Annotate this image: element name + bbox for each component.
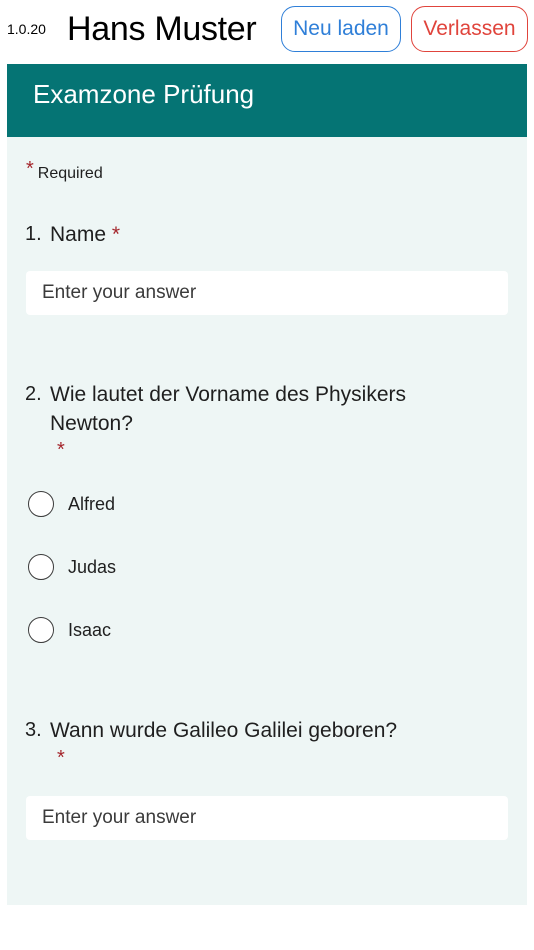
question-3-text: Wann wurde Galileo Galilei geboren? xyxy=(50,719,398,742)
user-name: Hans Muster xyxy=(67,10,257,48)
top-bar: 1.0.20 Hans Muster Neu laden Verlassen xyxy=(0,0,534,62)
required-star: * xyxy=(26,158,34,180)
question-1-required-star: * xyxy=(111,223,121,246)
question-1-number: 1. xyxy=(25,223,42,245)
question-3-answer-input[interactable] xyxy=(26,796,508,840)
radio-circle-icon[interactable] xyxy=(28,617,54,643)
app-version: 1.0.20 xyxy=(7,21,46,37)
question-3-required-star: * xyxy=(57,747,65,769)
option-judas[interactable]: Judas xyxy=(28,554,228,582)
radio-circle-icon[interactable] xyxy=(28,491,54,517)
option-alfred[interactable]: Alfred xyxy=(28,491,228,519)
question-2-required-star: * xyxy=(57,439,65,461)
question-3-number: 3. xyxy=(25,719,42,741)
question-2-number: 2. xyxy=(25,383,42,405)
reload-button[interactable]: Neu laden xyxy=(281,6,401,52)
question-2-text-line1: Wie lautet der Vorname des Physikers xyxy=(50,383,406,406)
option-isaac[interactable]: Isaac xyxy=(28,617,228,645)
option-label: Isaac xyxy=(68,620,112,640)
option-label: Judas xyxy=(68,557,117,577)
form-title: Examzone Prüfung xyxy=(33,79,255,109)
question-1-label: Name xyxy=(50,223,107,246)
exam-form: Examzone Prüfung *Required 1. Name * 2. … xyxy=(7,64,527,905)
radio-circle-icon[interactable] xyxy=(28,554,54,580)
required-note: * Required xyxy=(26,158,103,184)
question-1-answer-input[interactable] xyxy=(26,271,508,315)
option-label: Alfred xyxy=(68,494,116,514)
required-label: Required xyxy=(37,165,103,182)
form-header: Examzone Prüfung xyxy=(7,64,527,137)
leave-button[interactable]: Verlassen xyxy=(411,6,528,52)
question-2-text-line2: Newton? xyxy=(50,412,133,435)
question-1-text: Name * xyxy=(50,220,120,249)
